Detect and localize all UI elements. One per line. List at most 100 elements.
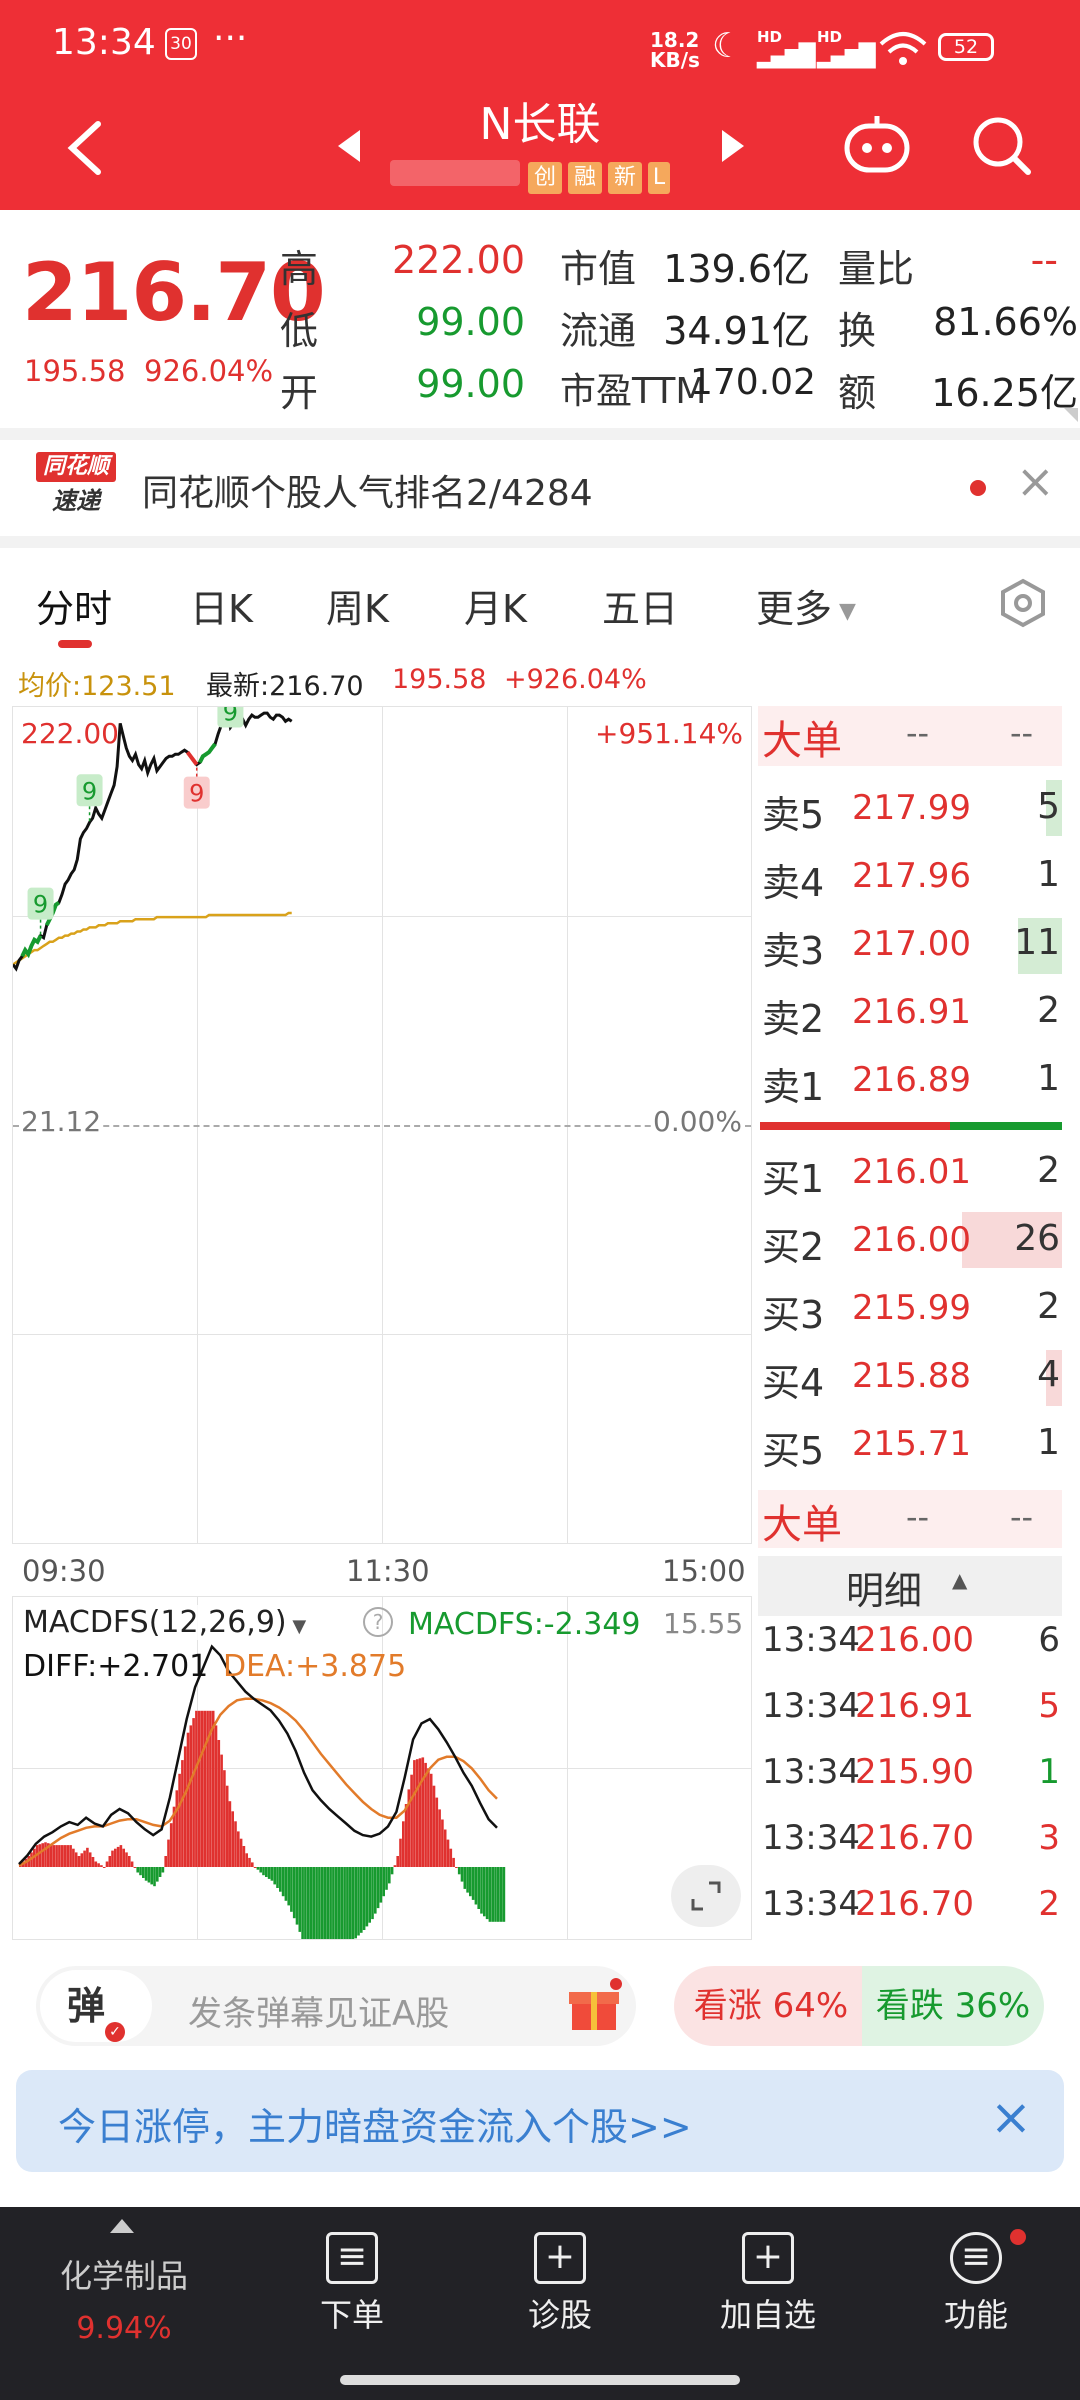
back-arrow-icon[interactable] <box>62 118 106 178</box>
macd-bar <box>452 1857 455 1867</box>
bid3-label: 买3 <box>762 1293 825 1337</box>
battery-icon: 52 <box>938 33 994 61</box>
macd-bar <box>158 1867 162 1877</box>
buy-strength-bar <box>760 1122 950 1130</box>
macd-bar <box>346 1867 349 1939</box>
gift-icon[interactable] <box>566 1978 622 2034</box>
macd-chart[interactable]: MACDFS(12,26,9) ▼ ? MACDFS:-2.349 15.55 … <box>12 1596 752 1940</box>
float-cap-value: 34.91亿 <box>663 309 810 353</box>
bull-vote-button[interactable]: 看涨 64% <box>674 1966 868 2046</box>
intraday-chart[interactable]: 9 9 9 9 222.00 +951.14% 21.12 0.00% <box>12 706 752 1544</box>
expand-corner-icon[interactable] <box>1064 408 1078 422</box>
macd-bar <box>418 1758 422 1867</box>
prev-stock-icon[interactable] <box>336 128 362 164</box>
promo-text[interactable]: 今日涨停，主力暗盘资金流入个股>> <box>58 2096 692 2151</box>
y-axis-mid-label: 21.12 <box>21 1105 102 1138</box>
macd-bar <box>228 1801 232 1867</box>
ask2-price[interactable]: 216.91 <box>852 992 971 1032</box>
macd-bar <box>144 1867 148 1881</box>
news-text[interactable]: 同花顺个股人气排名2/4284 <box>142 464 593 516</box>
macd-bar <box>290 1867 293 1912</box>
macd-bar <box>270 1867 274 1881</box>
macd-bar <box>312 1867 316 1939</box>
bid2-price[interactable]: 216.00 <box>852 1220 971 1260</box>
macd-bar <box>133 1867 137 1868</box>
tab-more[interactable]: 更多 ▼ <box>756 578 856 633</box>
nav-add-watchlist[interactable]: + 加自选 <box>688 2232 848 2336</box>
macd-top-value: 15.55 <box>663 1607 744 1640</box>
barrage-placeholder[interactable]: 发条弹幕见证A股 <box>188 1986 449 2035</box>
tab-five-day[interactable]: 五日 <box>602 578 678 633</box>
news-close-icon[interactable]: × <box>1016 454 1055 508</box>
tab-weekly-k[interactable]: 周K <box>326 578 389 633</box>
macd-bar <box>262 1867 265 1876</box>
tab-monthly-k[interactable]: 月K <box>464 578 527 633</box>
svg-text:9: 9 <box>82 777 97 805</box>
low-label: 低 <box>280 309 319 353</box>
macd-bar <box>237 1831 240 1867</box>
nav-order[interactable]: ≡ 下单 <box>272 2232 432 2336</box>
tick-detail-label[interactable]: 明细 <box>846 1560 922 1615</box>
bid3-price[interactable]: 215.99 <box>852 1288 971 1328</box>
bid4-price[interactable]: 215.88 <box>852 1356 971 1396</box>
macd-bar <box>329 1867 332 1939</box>
bid1-price[interactable]: 216.01 <box>852 1152 971 1192</box>
promo-close-icon[interactable]: × <box>990 2088 1032 2146</box>
macd-bar <box>284 1867 288 1901</box>
macd-bar <box>223 1770 226 1867</box>
search-icon[interactable] <box>970 114 1034 178</box>
tab-daily-k[interactable]: 日K <box>190 578 253 633</box>
macd-bar <box>326 1867 330 1939</box>
open-label: 开 <box>280 371 319 415</box>
macd-bar <box>97 1863 100 1867</box>
macd-bar <box>52 1845 56 1867</box>
macd-bar <box>183 1746 187 1867</box>
fullscreen-button[interactable] <box>671 1865 741 1927</box>
macd-bar <box>128 1856 131 1867</box>
big-order-footer-v2: -- <box>1010 1498 1034 1536</box>
ask4-price[interactable]: 217.96 <box>852 856 971 896</box>
macd-bar <box>69 1845 72 1867</box>
macd-bar <box>211 1710 215 1867</box>
ask3-vol: 11 <box>1014 922 1060 963</box>
macd-bar <box>295 1867 299 1925</box>
sell-strength-bar <box>950 1122 1062 1130</box>
macd-bar <box>499 1867 503 1922</box>
help-icon[interactable]: ? <box>363 1607 393 1637</box>
macd-bar <box>153 1867 156 1887</box>
news-bar[interactable]: 同花顺 速递 同花顺个股人气排名2/4284 × <box>0 428 1080 548</box>
macd-bar <box>122 1848 125 1867</box>
macd-bar <box>385 1867 388 1890</box>
tick1-vol: 6 <box>1038 1620 1060 1660</box>
ask1-price[interactable]: 216.89 <box>852 1060 971 1100</box>
nav-diagnose[interactable]: + 诊股 <box>480 2232 640 2336</box>
tick2-price: 216.91 <box>855 1686 974 1726</box>
bear-vote-button[interactable]: 看跌 36% <box>862 1966 1044 2046</box>
macd-bar <box>74 1852 78 1867</box>
sector-expand-icon[interactable] <box>110 2219 134 2233</box>
sector-name[interactable]: 化学制品 <box>30 2251 218 2297</box>
ask3-price[interactable]: 217.00 <box>852 924 971 964</box>
macd-bar <box>379 1867 383 1903</box>
macd-bar <box>273 1867 276 1885</box>
macd-bar <box>340 1867 344 1939</box>
nav-functions[interactable]: ≡ 功能 <box>896 2232 1056 2336</box>
top-header: 13:34 30 ··· 18.2 KB/s ☾ HD ▂▄▆█ HD ▂▄▆█ … <box>0 0 1080 210</box>
macd-bar <box>376 1867 380 1909</box>
signal-marker-2: 9 <box>183 764 210 809</box>
macd-indicator-select[interactable]: MACDFS(12,26,9) ▼ <box>23 1605 307 1640</box>
macd-bar <box>251 1862 254 1867</box>
chart-settings-icon[interactable] <box>998 578 1048 628</box>
bid5-price[interactable]: 215.71 <box>852 1424 971 1464</box>
macd-bar <box>245 1853 248 1867</box>
ask5-price[interactable]: 217.99 <box>852 788 971 828</box>
next-stock-icon[interactable] <box>720 128 746 164</box>
macd-bar <box>483 1867 486 1917</box>
robot-assistant-icon[interactable] <box>842 112 912 176</box>
tab-intraday[interactable]: 分时 <box>36 578 112 633</box>
barrage-icon[interactable]: 弹✓ <box>40 1970 152 2042</box>
macd-bar <box>348 1867 352 1939</box>
ask5-vol: 5 <box>1037 786 1060 827</box>
macd-bar <box>421 1757 425 1867</box>
macd-bar <box>466 1867 469 1893</box>
